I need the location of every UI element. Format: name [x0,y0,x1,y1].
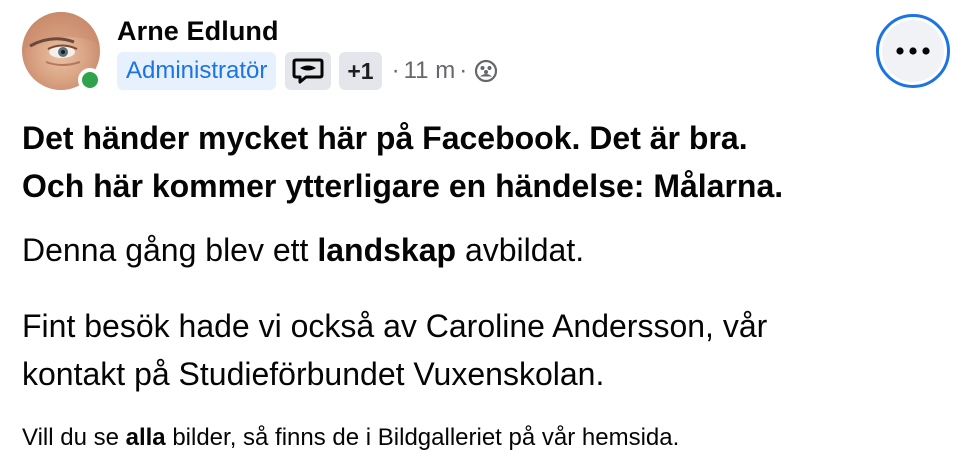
post-paragraph: Fint besök hade vi också av Caroline And… [22,302,952,398]
more-options-button[interactable] [876,14,950,88]
post-paragraph: Vill du se alla bilder, så finns de i Bi… [22,420,952,456]
paragraph-bold-text: landskap [317,232,457,268]
headline-line: Det händer mycket här på Facebook. Det ä… [22,120,748,156]
chat-bubble-icon[interactable] [285,52,332,90]
paragraph-line: kontakt på Studieförbundet Vuxenskolan. [22,356,605,392]
author-name[interactable]: Arne Edlund [117,16,279,47]
paragraph-bold-text: alla [125,424,166,451]
author-avatar[interactable] [22,12,102,92]
paragraph-text: bilder, så finns de i Bildgalleriet på v… [165,424,680,451]
post-time[interactable]: 11 m [404,57,456,85]
meta-separator: · [391,57,400,84]
headline-line: Och här kommer ytterligare en händelse: … [22,168,784,204]
paragraph-text: avbildat. [456,232,585,268]
more-badges-button[interactable]: +1 [339,52,382,90]
post-meta: Administratör +1 · 11 m · [117,52,498,90]
more-options-icon [882,20,944,82]
paragraph-line: Fint besök hade vi också av Caroline And… [22,308,768,344]
online-status-dot [78,68,102,92]
meta-separator: · [459,57,468,84]
paragraph-text: Vill du se [22,424,126,451]
paragraph-text: Denna gång blev ett [22,232,318,268]
post-headline: Det händer mycket här på Facebook. Det ä… [22,114,952,210]
group-icon [474,59,498,83]
admin-badge[interactable]: Administratör [117,52,277,90]
facebook-post: Arne Edlund Administratör +1 · 11 m · De… [0,0,974,468]
post-meta-text: · 11 m · [388,57,499,85]
post-paragraph: Denna gång blev ett landskap avbildat. [22,226,952,274]
